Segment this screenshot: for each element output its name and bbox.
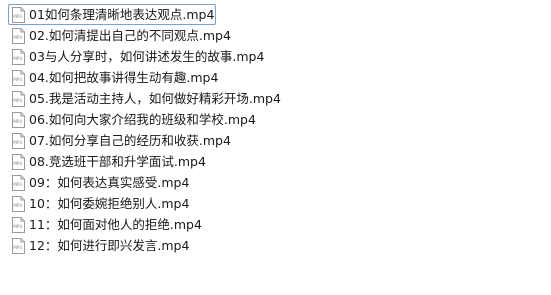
file-name-label: 04.如何把故事讲得生动有趣.mp4 (29, 69, 219, 85)
file-name-label: 10：如何委婉拒绝别人.mp4 (29, 195, 190, 211)
file-item[interactable]: MP4 04.如何把故事讲得生动有趣.mp4 (8, 67, 548, 88)
mp4-file-icon: MP4 (12, 27, 25, 44)
svg-text:MP4: MP4 (13, 77, 22, 82)
svg-text:MP4: MP4 (13, 119, 22, 124)
file-name-label: 07.如何分享自己的经历和收获.mp4 (29, 132, 231, 148)
mp4-file-icon: MP4 (12, 174, 25, 191)
file-name-label: 09：如何表达真实感受.mp4 (29, 174, 190, 190)
svg-text:MP4: MP4 (13, 203, 22, 208)
file-item[interactable]: MP4 06.如何向大家介绍我的班级和学校.mp4 (8, 109, 548, 130)
file-name-label: 03与人分享时，如何讲述发生的故事.mp4 (29, 48, 265, 64)
file-name-label: 08.竞选班干部和升学面试.mp4 (29, 153, 206, 169)
mp4-file-icon: MP4 (12, 153, 25, 170)
svg-text:MP4: MP4 (13, 245, 22, 250)
svg-text:MP4: MP4 (13, 98, 22, 103)
mp4-file-icon: MP4 (12, 132, 25, 149)
svg-text:MP4: MP4 (13, 35, 22, 40)
file-item[interactable]: MP4 03与人分享时，如何讲述发生的故事.mp4 (8, 46, 548, 67)
svg-text:MP4: MP4 (13, 14, 22, 19)
file-item[interactable]: MP4 02.如何清提出自己的不同观点.mp4 (8, 25, 548, 46)
file-item[interactable]: MP4 11：如何面对他人的拒绝.mp4 (8, 214, 548, 235)
file-item[interactable]: MP4 01如何条理清晰地表达观点.mp4 (8, 4, 216, 25)
file-item[interactable]: MP4 05.我是活动主持人，如何做好精彩开场.mp4 (8, 88, 548, 109)
file-item[interactable]: MP4 09：如何表达真实感受.mp4 (8, 172, 548, 193)
file-name-label: 11：如何面对他人的拒绝.mp4 (29, 216, 202, 232)
mp4-file-icon: MP4 (12, 195, 25, 212)
svg-text:MP4: MP4 (13, 161, 22, 166)
mp4-file-icon: MP4 (12, 69, 25, 86)
svg-text:MP4: MP4 (13, 182, 22, 187)
file-name-label: 12：如何进行即兴发言.mp4 (29, 237, 190, 253)
mp4-file-icon: MP4 (12, 111, 25, 128)
file-item[interactable]: MP4 12：如何进行即兴发言.mp4 (8, 235, 548, 256)
file-name-label: 05.我是活动主持人，如何做好精彩开场.mp4 (29, 90, 281, 106)
mp4-file-icon: MP4 (12, 237, 25, 254)
mp4-file-icon: MP4 (12, 48, 25, 65)
file-item[interactable]: MP4 08.竞选班干部和升学面试.mp4 (8, 151, 548, 172)
file-item[interactable]: MP4 07.如何分享自己的经历和收获.mp4 (8, 130, 548, 151)
mp4-file-icon: MP4 (12, 216, 25, 233)
svg-text:MP4: MP4 (13, 224, 22, 229)
file-item[interactable]: MP4 10：如何委婉拒绝别人.mp4 (8, 193, 548, 214)
file-name-label: 01如何条理清晰地表达观点.mp4 (29, 6, 215, 22)
mp4-file-icon: MP4 (12, 90, 25, 107)
svg-text:MP4: MP4 (13, 56, 22, 61)
svg-text:MP4: MP4 (13, 140, 22, 145)
file-name-label: 06.如何向大家介绍我的班级和学校.mp4 (29, 111, 256, 127)
mp4-file-icon: MP4 (12, 6, 25, 23)
file-name-label: 02.如何清提出自己的不同观点.mp4 (29, 27, 231, 43)
file-list: MP4 01如何条理清晰地表达观点.mp4 MP4 02.如何清提出自己的不同观点.m… (8, 4, 548, 256)
